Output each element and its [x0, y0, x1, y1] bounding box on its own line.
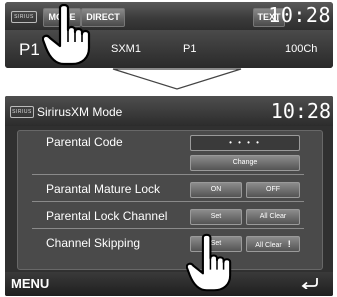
screen-title: SirirusXM Mode	[37, 105, 123, 119]
parental-code-label: Parental Code	[46, 135, 123, 149]
preset-label: P1	[183, 43, 197, 55]
channel-skipping-label: Channel Skipping	[46, 236, 141, 250]
channel-name: SXM1	[111, 43, 141, 55]
mature-lock-off-button[interactable]: OFF	[246, 182, 300, 198]
clock: 10:28	[268, 3, 331, 27]
pointing-hand-icon	[42, 4, 91, 66]
down-arrow-icon	[112, 68, 242, 90]
exclamation-icon: !	[287, 239, 291, 249]
lock-channel-label: Parental Lock Channel	[46, 209, 168, 223]
back-button[interactable]	[293, 275, 327, 293]
lock-channel-set-button[interactable]: Set	[190, 209, 242, 225]
screen-header: SIRIUS SirirusXM Mode 10:28	[5, 96, 333, 126]
screen-footer: MENU	[5, 272, 333, 296]
change-button[interactable]: Change	[190, 155, 300, 171]
channel-skipping-all-clear-button[interactable]: All Clear !	[246, 236, 300, 252]
lock-channel-all-clear-button[interactable]: All Clear	[246, 209, 300, 225]
channel-number: 100Ch	[285, 43, 318, 55]
divider	[32, 228, 304, 229]
preset-number: P1	[19, 40, 40, 59]
clock: 10:28	[270, 99, 331, 123]
divider	[32, 201, 304, 202]
mature-lock-label: Parantal Mature Lock	[46, 182, 161, 196]
settings-panel: Parental Code • • • • Change Parantal Ma…	[17, 130, 323, 270]
divider	[32, 174, 304, 175]
mature-lock-on-button[interactable]: ON	[190, 182, 242, 198]
siriusxm-mode-screen: SIRIUS SirirusXM Mode 10:28 Parental Cod…	[5, 96, 333, 296]
siriusxm-logo: SIRIUS	[11, 11, 37, 23]
return-arrow-icon	[301, 278, 318, 290]
pointing-hand-icon	[186, 233, 232, 292]
siriusxm-logo: SIRIUS	[10, 106, 34, 118]
menu-button[interactable]: MENU	[11, 276, 49, 291]
all-clear-label: All Clear	[255, 242, 282, 249]
parental-code-field: • • • •	[190, 135, 300, 151]
